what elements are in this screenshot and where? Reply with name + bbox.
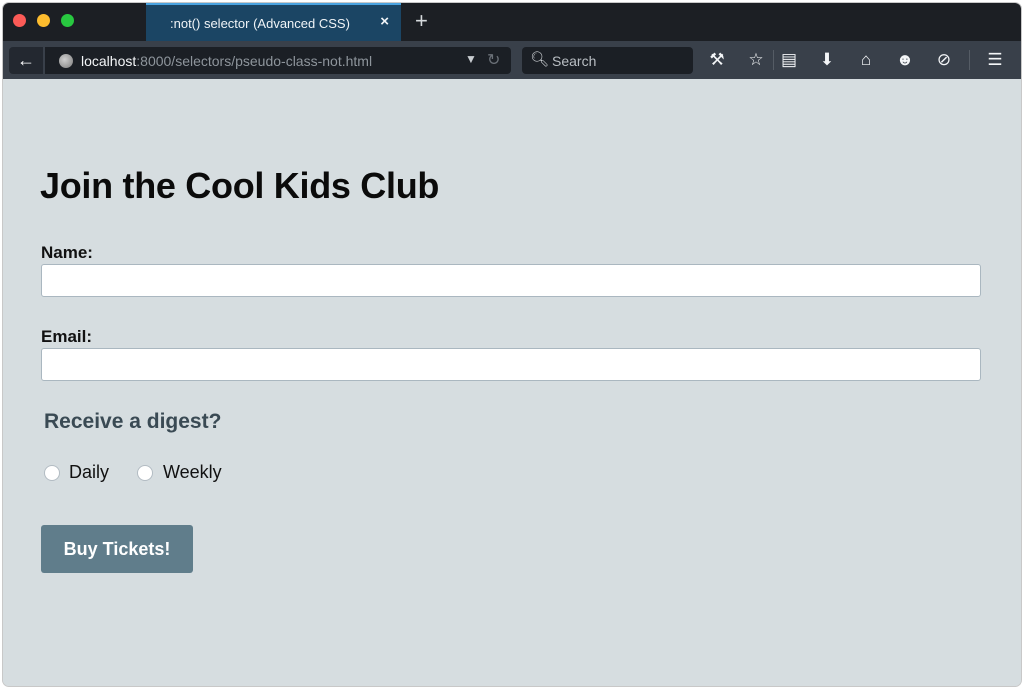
title-bar: :not() selector (Advanced CSS) × +: [3, 3, 1021, 41]
daily-radio[interactable]: [44, 465, 60, 481]
name-input[interactable]: [41, 264, 981, 297]
digest-legend: Receive a digest?: [44, 410, 222, 433]
daily-label[interactable]: Daily: [69, 462, 109, 483]
email-input[interactable]: [41, 348, 981, 381]
page-content: Join the Cool Kids Club Name: Email: Rec…: [3, 79, 1021, 686]
minimize-window-button[interactable]: [37, 14, 50, 27]
globe-icon: [59, 54, 73, 68]
new-tab-button[interactable]: +: [415, 8, 428, 34]
email-label: Email:: [41, 327, 93, 346]
url-host: localhost: [81, 53, 137, 69]
page-title: Join the Cool Kids Club: [40, 165, 440, 206]
toolbar-separator: [969, 50, 970, 70]
url-text[interactable]: localhost:8000/selectors/pseudo-class-no…: [81, 53, 372, 69]
no-edit-icon[interactable]: ⊘: [931, 48, 957, 72]
close-window-button[interactable]: [13, 14, 26, 27]
tab-close-icon[interactable]: ×: [380, 13, 389, 30]
buy-tickets-button[interactable]: Buy Tickets!: [41, 525, 193, 573]
browser-window: :not() selector (Advanced CSS) × + ← loc…: [3, 3, 1021, 686]
search-icon: 🔍︎: [530, 51, 550, 68]
chat-icon[interactable]: ☻: [892, 48, 918, 72]
url-bar[interactable]: localhost:8000/selectors/pseudo-class-no…: [45, 47, 511, 74]
maximize-window-button[interactable]: [61, 14, 74, 27]
download-icon[interactable]: ⬇: [814, 48, 840, 72]
search-placeholder: Search: [552, 53, 597, 69]
menu-icon[interactable]: ☰: [982, 48, 1008, 72]
navigation-toolbar: ← localhost:8000/selectors/pseudo-class-…: [3, 41, 1021, 79]
name-label: Name:: [41, 243, 93, 262]
wrench-icon[interactable]: ⚒: [704, 48, 730, 72]
back-button[interactable]: ←: [9, 47, 43, 74]
home-icon[interactable]: ⌂: [853, 48, 879, 72]
tab-title: :not() selector (Advanced CSS): [170, 16, 350, 31]
back-arrow-icon: ←: [17, 50, 35, 70]
search-input[interactable]: 🔍︎ Search: [522, 47, 693, 74]
bookmark-star-icon[interactable]: ☆: [743, 48, 769, 72]
weekly-radio[interactable]: [137, 465, 153, 481]
reading-list-icon[interactable]: ▤: [776, 48, 802, 72]
tab-active[interactable]: :not() selector (Advanced CSS) ×: [146, 3, 401, 41]
weekly-label[interactable]: Weekly: [163, 462, 222, 483]
url-dropdown-icon[interactable]: ▼: [465, 52, 477, 66]
toolbar-separator: [773, 50, 774, 70]
reload-icon[interactable]: ↻: [487, 50, 500, 70]
url-path: :8000/selectors/pseudo-class-not.html: [136, 53, 373, 69]
